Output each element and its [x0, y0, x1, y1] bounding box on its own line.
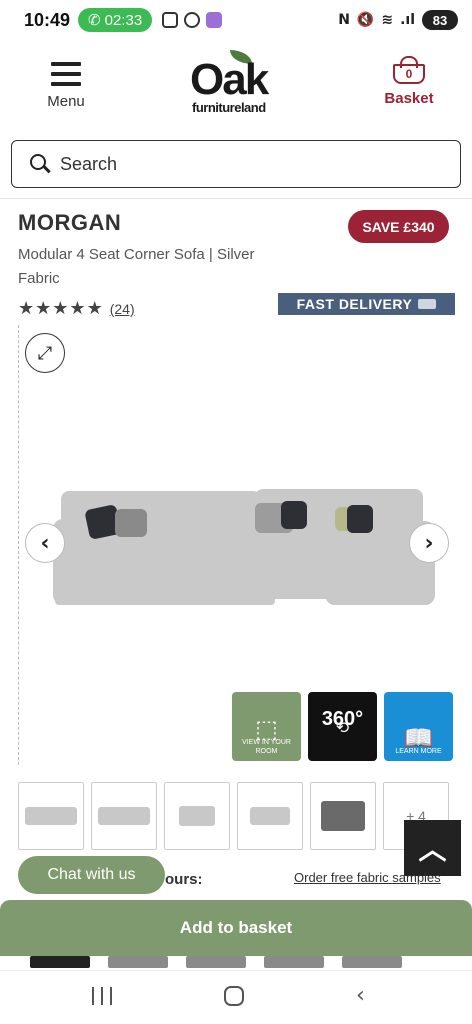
logo[interactable]: Oak furnitureland — [186, 48, 286, 118]
thumbnail[interactable] — [164, 782, 230, 850]
home-button[interactable] — [224, 986, 244, 1006]
menu-icon — [51, 62, 81, 86]
chevron-left-icon: ‹ — [40, 530, 50, 556]
search-icon — [30, 154, 51, 174]
thumbnail[interactable] — [91, 782, 157, 850]
call-timer-pill[interactable]: ✆ 02:33 — [78, 8, 153, 32]
swatch[interactable] — [342, 956, 402, 968]
chevron-right-icon: › — [424, 530, 434, 556]
add-to-basket-button[interactable]: Add to basket — [0, 900, 472, 956]
system-icons: N 🔇 ≋ .ıl 83 — [338, 10, 458, 30]
mute-icon: 🔇 — [356, 12, 375, 28]
basket-icon: 0 — [391, 56, 427, 84]
fabric-swatches — [30, 956, 450, 970]
logo-wordmark: Oak — [190, 55, 269, 104]
truck-icon — [418, 299, 437, 309]
recents-button[interactable] — [92, 987, 112, 1005]
battery-indicator: 83 — [422, 10, 458, 30]
divider — [0, 198, 472, 199]
thumbnail[interactable] — [237, 782, 303, 850]
product-description: Modular 4 Seat Corner Sofa | Silver Fabr… — [18, 246, 255, 287]
view-in-room-label: VIEW IN YOUR ROOM — [242, 739, 291, 755]
spin-360-button[interactable]: 360° ⟲ — [308, 692, 377, 761]
signal-icon: .ıl — [400, 12, 415, 28]
system-nav-bar: ‹ — [0, 970, 472, 1024]
swatch[interactable] — [264, 956, 324, 968]
expand-button[interactable]: ⤢ — [25, 333, 65, 373]
product-image — [53, 485, 435, 615]
fast-delivery-label: FAST DELIVERY — [296, 296, 413, 312]
swatch[interactable] — [186, 956, 246, 968]
basket-count: 0 — [393, 64, 425, 84]
thumbnail[interactable] — [310, 782, 376, 850]
expand-icon: ⤢ — [37, 342, 53, 364]
screenshot-icon — [162, 12, 179, 28]
basket-label: Basket — [384, 90, 434, 107]
save-badge: SAVE £340 — [348, 210, 449, 243]
ar-cube-icon: ⬚ — [255, 716, 278, 743]
previous-image-button[interactable]: ‹ — [25, 523, 65, 563]
nfc-icon: N — [338, 12, 350, 28]
learn-more-label: LEARN MORE — [395, 748, 442, 755]
view-in-room-button[interactable]: ⬚ VIEW IN YOUR ROOM — [232, 692, 301, 761]
chevron-up-icon: ︿ — [418, 833, 447, 866]
site-header: Menu Oak furnitureland 0 Basket — [0, 40, 472, 130]
status-bar: 10:49 ✆ 02:33 N 🔇 ≋ .ıl 83 — [0, 0, 472, 40]
next-image-button[interactable]: › — [409, 523, 449, 563]
notification-icons — [162, 12, 223, 28]
logo-tagline: furnitureland — [192, 100, 266, 115]
whatsapp-icon — [184, 12, 201, 28]
review-count-link[interactable]: (24) — [110, 301, 135, 317]
rating[interactable]: ★ ★ ★ ★ ★ (24) — [18, 300, 135, 318]
search-bar[interactable] — [11, 140, 461, 188]
swatch[interactable] — [30, 956, 90, 968]
order-fabric-samples-link[interactable]: Order free fabric samples — [294, 870, 441, 885]
learn-more-button[interactable]: 📖 LEARN MORE — [384, 692, 453, 761]
scroll-to-top-button[interactable]: ︿ — [404, 820, 461, 876]
chat-button[interactable]: Chat with us — [18, 856, 165, 894]
product-gallery[interactable]: ⤢ ‹ › ⬚ VIEW IN YOUR ROOM 360° ⟲ 📖 LEARN… — [18, 325, 472, 765]
swatch[interactable] — [108, 956, 168, 968]
star-icon: ★ — [69, 298, 86, 319]
menu-label: Menu — [47, 93, 85, 110]
back-button[interactable]: ‹ — [356, 983, 365, 1008]
thumbnail-strip: + 4 — [18, 782, 458, 850]
basket-button[interactable]: 0 Basket — [380, 56, 438, 107]
fast-delivery-badge: FAST DELIVERY — [278, 293, 455, 315]
star-icon: ★ — [35, 298, 52, 319]
phone-icon: ✆ — [88, 12, 101, 29]
app-notification-icon — [206, 12, 223, 28]
status-time: 10:49 — [24, 9, 71, 30]
book-icon: 📖 — [403, 725, 434, 752]
thumbnail[interactable] — [18, 782, 84, 850]
colours-label: ours: — [165, 871, 203, 888]
product-name: MORGAN — [18, 210, 122, 235]
rotate-arrow-icon: ⟲ — [335, 720, 350, 737]
star-icon: ★ — [18, 298, 35, 319]
star-icon: ★ — [52, 298, 69, 319]
search-input[interactable] — [60, 153, 420, 175]
call-timer: 02:33 — [104, 11, 143, 29]
star-icon: ★ — [86, 298, 103, 319]
wifi-icon: ≋ — [381, 12, 394, 28]
menu-button[interactable]: Menu — [38, 62, 94, 110]
